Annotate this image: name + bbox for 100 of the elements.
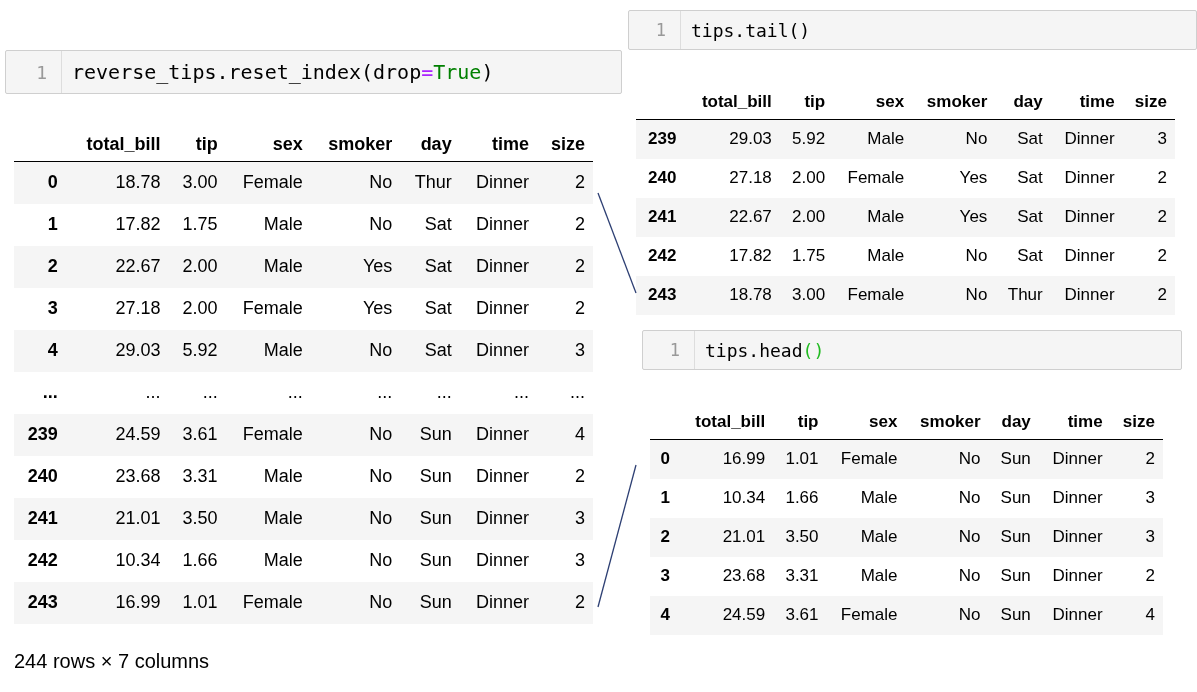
table-cell: Male xyxy=(225,329,311,372)
table-cell: 2 xyxy=(536,581,593,624)
table-cell: ... xyxy=(536,371,593,414)
table-cell: Sun xyxy=(400,581,460,624)
table-cell: Dinner xyxy=(459,539,537,582)
table-cell: 29.03 xyxy=(67,329,169,372)
table-cell: Male xyxy=(225,455,311,498)
table-cell: ... xyxy=(168,371,226,414)
table-cell: 22.67 xyxy=(686,197,780,237)
column-header: sex xyxy=(225,127,311,162)
table-cell: Dinner xyxy=(459,245,537,288)
table-cell: Male xyxy=(826,517,906,557)
column-header: time xyxy=(459,127,537,162)
column-header: total_bill xyxy=(67,127,169,162)
table-cell: Dinner xyxy=(459,161,537,204)
table-cell: 3.00 xyxy=(779,275,834,315)
table-cell: 5.92 xyxy=(779,119,834,159)
table-cell: 18.78 xyxy=(686,275,780,315)
table-cell: Sat xyxy=(400,287,460,330)
table-cell: Sat xyxy=(995,119,1051,159)
code-cell[interactable]: 1 reverse_tips.reset_index(drop=True) xyxy=(5,50,622,94)
table-cell: Female xyxy=(833,275,913,315)
table-cell: Male xyxy=(833,119,913,159)
row-index: 3 xyxy=(650,556,680,596)
table-cell: ... xyxy=(400,371,460,414)
table-cell: 3 xyxy=(536,539,593,582)
line-number: 1 xyxy=(629,11,681,49)
row-index: ... xyxy=(14,371,68,414)
table-cell: Yes xyxy=(912,197,996,237)
table-cell: Dinner xyxy=(1050,197,1123,237)
row-index: 4 xyxy=(14,329,68,372)
column-header: tip xyxy=(779,85,834,120)
table-cell: 2.00 xyxy=(168,245,226,288)
table-cell: Yes xyxy=(310,287,401,330)
table-cell: 3 xyxy=(1122,119,1175,159)
table-cell: Sun xyxy=(400,497,460,540)
table-cell: No xyxy=(310,161,401,204)
table-cell: No xyxy=(912,275,996,315)
table-cell: Dinner xyxy=(1038,556,1111,596)
column-header: size xyxy=(1122,85,1175,120)
table-cell: 17.82 xyxy=(686,236,780,276)
table-cell: Sun xyxy=(400,413,460,456)
code-line: tips.head() xyxy=(704,339,825,361)
table-cell: 2 xyxy=(536,203,593,246)
table-cell: 10.34 xyxy=(679,478,774,518)
column-header: sex xyxy=(833,85,913,120)
table-cell: ... xyxy=(67,371,169,414)
table-cell: Thur xyxy=(995,275,1051,315)
table-cell: No xyxy=(310,413,401,456)
table-cell: Sat xyxy=(995,197,1051,237)
table-cell: Dinner xyxy=(459,329,537,372)
table-cell: ... xyxy=(459,371,537,414)
table-cell: Yes xyxy=(912,158,996,198)
table-cell: 3.61 xyxy=(168,413,226,456)
table-cell: 27.18 xyxy=(686,158,780,198)
table-cell: 5.92 xyxy=(168,329,226,372)
column-header: day xyxy=(995,85,1051,120)
table-cell: 2 xyxy=(1122,236,1175,276)
table-cell: 2 xyxy=(1122,275,1175,315)
table-cell: No xyxy=(310,203,401,246)
table-cell: 3.31 xyxy=(168,455,226,498)
column-header: smoker xyxy=(310,127,401,162)
table-cell: Male xyxy=(833,236,913,276)
table-cell: 22.67 xyxy=(67,245,169,288)
table-cell: No xyxy=(310,539,401,582)
table-cell: 4 xyxy=(536,413,593,456)
table-cell: Sun xyxy=(988,439,1039,479)
table-cell: 24.59 xyxy=(679,595,774,635)
table-cell: Sat xyxy=(995,236,1051,276)
table-cell: Female xyxy=(225,287,311,330)
table-cell: Sun xyxy=(988,595,1039,635)
table-cell: Dinner xyxy=(459,581,537,624)
code-cell[interactable]: 1 tips.tail() xyxy=(628,10,1197,50)
table-cell: Female xyxy=(826,595,906,635)
row-index: 240 xyxy=(636,158,687,198)
column-header: smoker xyxy=(912,85,996,120)
table-cell: Sat xyxy=(400,245,460,288)
table-cell: Yes xyxy=(310,245,401,288)
table-cell: 3 xyxy=(536,497,593,540)
row-index: 239 xyxy=(636,119,687,159)
table-cell: Dinner xyxy=(1038,439,1111,479)
code-cell[interactable]: 1 tips.head() xyxy=(642,330,1182,370)
row-index: 1 xyxy=(14,203,68,246)
table-cell: Male xyxy=(225,245,311,288)
table-cell: No xyxy=(905,595,989,635)
table-cell: 1.66 xyxy=(168,539,226,582)
table-cell: Dinner xyxy=(459,413,537,456)
line-number: 1 xyxy=(6,51,62,93)
table-cell: Male xyxy=(833,197,913,237)
table-cell: 17.82 xyxy=(67,203,169,246)
table-cell: Male xyxy=(826,556,906,596)
table-cell: Dinner xyxy=(1050,158,1123,198)
row-index: 243 xyxy=(636,275,687,315)
table-cell: 29.03 xyxy=(686,119,780,159)
row-index: 0 xyxy=(14,161,68,204)
column-header: total_bill xyxy=(686,85,780,120)
table-cell: ... xyxy=(310,371,401,414)
row-index: 242 xyxy=(636,236,687,276)
column-header: day xyxy=(988,405,1039,440)
table-cell: Sun xyxy=(988,517,1039,557)
